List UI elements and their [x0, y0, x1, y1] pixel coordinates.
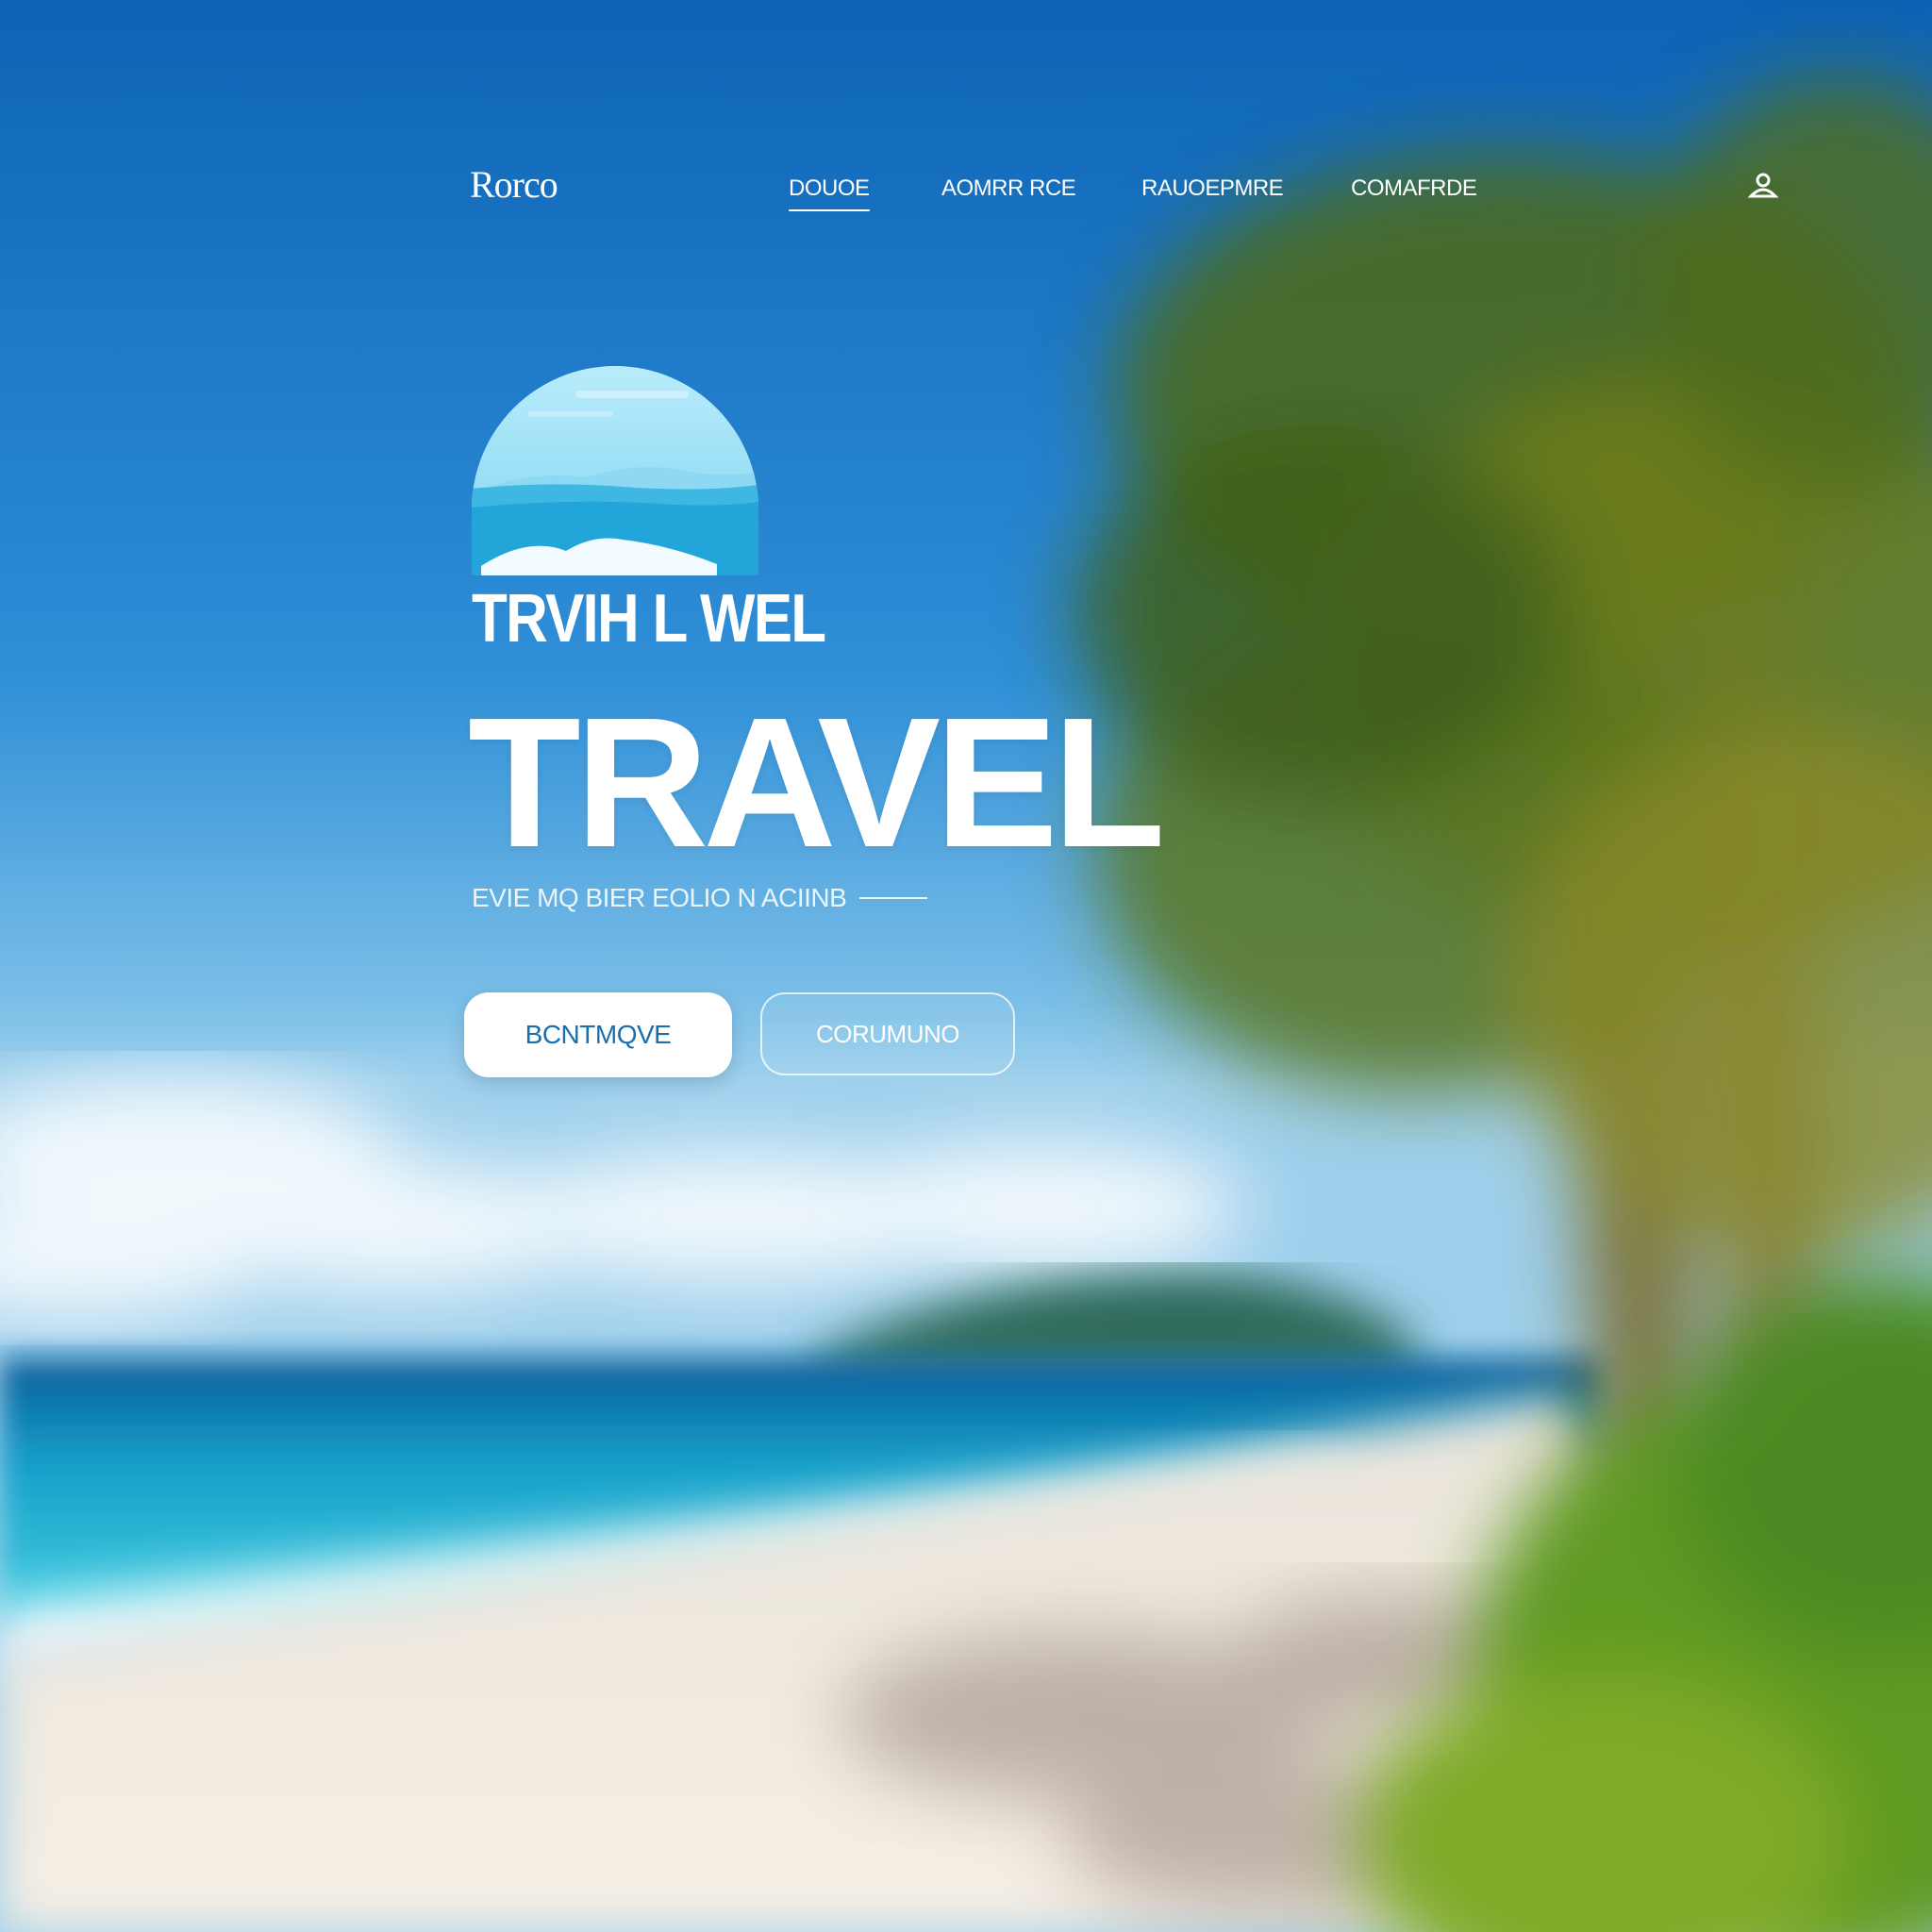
nav-item-2[interactable]: AOMRR RCE: [941, 175, 1076, 202]
logo-wordmark: TRVIH L WEL: [472, 581, 826, 657]
nav-item-4[interactable]: COMAFRDE: [1351, 175, 1477, 202]
travel-landing-page: Rorco DOUOE AOMRR RCE RAUOEPMRE COMAFRDE: [0, 0, 1932, 1932]
nav-item-1[interactable]: DOUOE: [789, 175, 870, 211]
hero-tagline: EVIE MQ BIER EOLIO N ACIINB: [472, 883, 928, 913]
tagline-divider: [859, 897, 928, 899]
nav-item-3[interactable]: RAUOEPMRE: [1141, 175, 1284, 202]
beach-background-image: [0, 0, 1932, 1932]
tagline-text: EVIE MQ BIER EOLIO N ACIINB: [472, 883, 847, 912]
user-icon[interactable]: [1747, 170, 1779, 202]
primary-cta-button[interactable]: BCNTMQVE: [464, 992, 732, 1077]
brand-logo-text[interactable]: Rorco: [470, 162, 558, 207]
sea-mountain-logo-icon: [472, 366, 758, 575]
secondary-cta-button[interactable]: CORUMUNO: [760, 992, 1015, 1075]
hero-title: TRAVEL: [468, 679, 1165, 886]
